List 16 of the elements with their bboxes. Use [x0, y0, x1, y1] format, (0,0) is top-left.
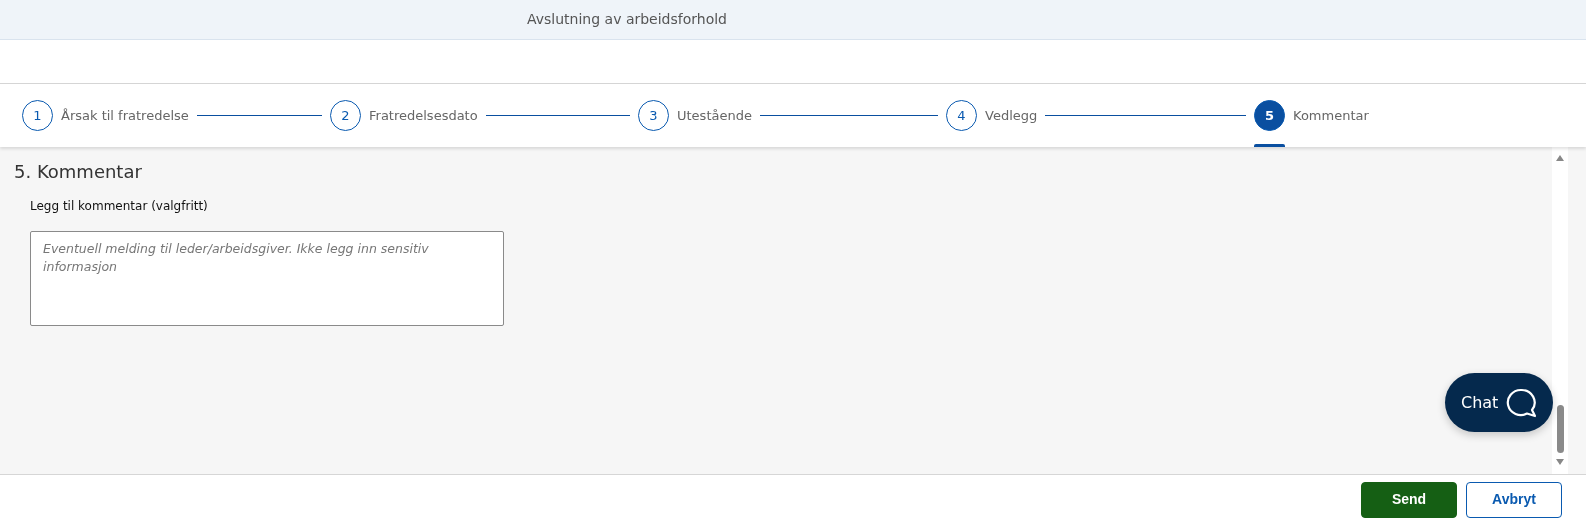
step-label[interactable]: Kommentar — [1293, 105, 1369, 126]
scrollbar[interactable] — [1552, 147, 1568, 474]
active-step-indicator — [1254, 144, 1285, 147]
field-label: Legg til kommentar (valgfritt) — [30, 197, 209, 215]
chat-bubble-icon — [1505, 387, 1537, 418]
step-label[interactable]: Årsak til fratredelse — [61, 105, 189, 126]
page-title: Avslutning av arbeidsforhold — [527, 10, 727, 29]
comment-field[interactable]: Eventuell melding til leder/arbeidsgiver. Ikke legg inn sensitiv informasjon — [30, 230, 504, 326]
cancel-button[interactable]: Avbryt — [1466, 481, 1562, 518]
step-label[interactable]: Vedlegg — [985, 105, 1038, 126]
step-number[interactable]: 5 — [1254, 100, 1285, 131]
section-heading: 5. Kommentar — [14, 161, 143, 183]
step-label[interactable]: Utestående — [677, 105, 752, 126]
chat-button[interactable]: Chat — [1445, 373, 1553, 432]
send-button[interactable]: Send — [1361, 481, 1457, 518]
step-label[interactable]: Fratredelsesdato — [369, 105, 478, 126]
